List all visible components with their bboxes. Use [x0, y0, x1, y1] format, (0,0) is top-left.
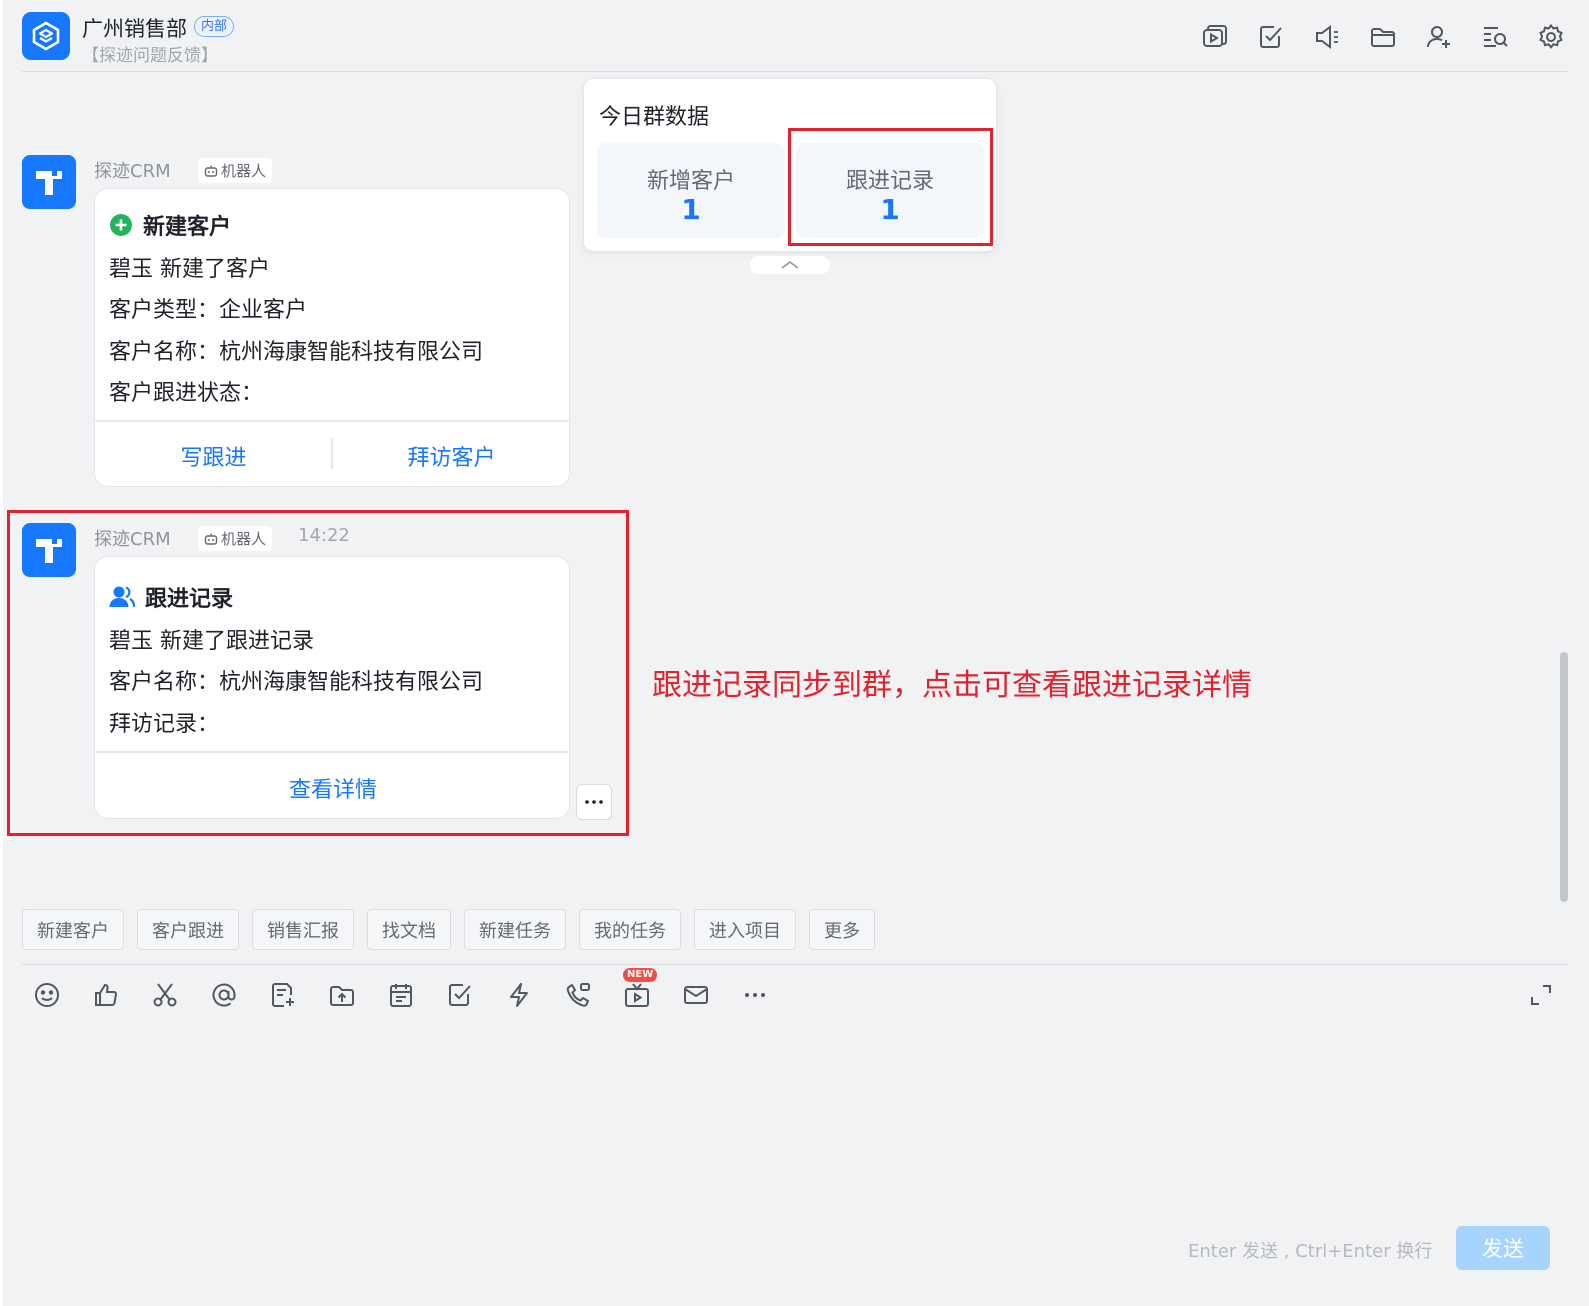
collapse-panel-button[interactable]	[750, 256, 830, 274]
card-line: 碧玉 新建了客户	[109, 257, 270, 282]
send-hint: Enter 发送 , Ctrl+Enter 换行	[1188, 1241, 1433, 1262]
chevron-up-icon	[781, 261, 799, 269]
internal-tag: 内部	[194, 16, 235, 37]
visit-customer-button[interactable]: 拜访客户	[333, 440, 569, 472]
stat-label: 新增客户	[646, 169, 735, 194]
message-more-button[interactable]	[576, 784, 612, 820]
composer-toolbar: NEW	[28, 968, 774, 1014]
stat-label: 跟进记录	[845, 169, 934, 194]
emoji-icon[interactable]	[28, 976, 66, 1014]
note-add-icon[interactable]	[264, 976, 302, 1014]
robot-icon	[204, 533, 218, 545]
group-avatar-icon[interactable]	[22, 12, 70, 60]
follow-up-record-card: 跟进记录 碧玉 新建了跟进记录 客户名称：杭州海康智能科技有限公司 拜访记录： …	[94, 556, 570, 819]
sender-name[interactable]: 探迹CRM	[94, 157, 171, 183]
bot-avatar[interactable]	[22, 155, 76, 209]
robot-tag-label: 机器人	[221, 162, 267, 180]
robot-tag: 机器人	[198, 526, 273, 551]
composer-divider	[22, 964, 1568, 965]
quick-more[interactable]: 更多	[809, 909, 875, 950]
mail-icon[interactable]	[677, 976, 715, 1014]
task-check-icon[interactable]	[1254, 20, 1288, 54]
expand-editor-icon[interactable]	[1524, 978, 1558, 1012]
scissors-icon[interactable]	[146, 976, 184, 1014]
card-line: 客户跟进状态：	[109, 381, 264, 406]
card-divider	[95, 751, 569, 753]
chat-header: 广州销售部 内部 【探迹问题反馈】	[22, 0, 1568, 72]
quick-new-customer[interactable]: 新建客户	[22, 909, 124, 950]
card-divider	[95, 420, 569, 422]
send-button[interactable]: 发送	[1456, 1226, 1550, 1270]
card-line: 客户名称：杭州海康智能科技有限公司	[109, 340, 484, 365]
robot-tag: 机器人	[198, 158, 273, 183]
today-group-data-panel: 今日群数据 新增客户 1 跟进记录 1	[583, 78, 997, 252]
sender-name[interactable]: 探迹CRM	[94, 525, 171, 551]
quick-find-doc[interactable]: 找文档	[367, 909, 451, 950]
card-title-text: 跟进记录	[145, 587, 234, 612]
add-member-icon[interactable]	[1422, 20, 1456, 54]
window-edge	[0, 0, 3, 1306]
lightning-icon[interactable]	[500, 976, 538, 1014]
more-icon[interactable]	[736, 976, 774, 1014]
card-line: 拜访记录：	[109, 712, 220, 737]
view-details-button[interactable]: 查看详情	[95, 772, 569, 804]
robot-icon	[204, 165, 218, 177]
ellipsis-icon	[585, 800, 603, 804]
tanji-logo-icon	[36, 171, 62, 195]
thumbs-up-icon[interactable]	[87, 976, 125, 1014]
tanji-logo-icon	[36, 539, 62, 563]
today-data-title: 今日群数据	[599, 105, 710, 130]
video-doc-icon[interactable]	[1198, 20, 1232, 54]
header-toolbar	[1198, 20, 1568, 54]
new-customer-card: 新建客户 碧玉 新建了客户 客户类型：企业客户 客户名称：杭州海康智能科技有限公…	[94, 188, 570, 487]
live-video-icon[interactable]: NEW	[618, 968, 658, 1014]
write-follow-up-button[interactable]: 写跟进	[95, 440, 332, 472]
phone-icon[interactable]	[559, 976, 597, 1014]
new-badge: NEW	[623, 968, 658, 982]
card-line: 客户类型：企业客户	[109, 298, 308, 323]
announcement-icon[interactable]	[1310, 20, 1344, 54]
quick-new-task[interactable]: 新建任务	[464, 909, 566, 950]
quick-actions-bar: 新建客户 客户跟进 销售汇报 找文档 新建任务 我的任务 进入项目 更多	[22, 909, 875, 950]
quick-enter-project[interactable]: 进入项目	[694, 909, 796, 950]
calendar-icon[interactable]	[382, 976, 420, 1014]
card-title: 跟进记录	[109, 581, 233, 613]
annotation-text: 跟进记录同步到群，点击可查看跟进记录详情	[652, 668, 1252, 703]
folder-icon[interactable]	[1366, 20, 1400, 54]
message-input[interactable]	[22, 1030, 1568, 1220]
card-line: 客户名称：杭州海康智能科技有限公司	[109, 670, 484, 695]
chat-scrollbar[interactable]	[1560, 652, 1568, 902]
settings-icon[interactable]	[1534, 20, 1568, 54]
bot-avatar[interactable]	[22, 523, 76, 577]
mention-icon[interactable]	[205, 976, 243, 1014]
quick-my-tasks[interactable]: 我的任务	[579, 909, 681, 950]
card-line: 碧玉 新建了跟进记录	[109, 629, 314, 654]
group-subtitle: 【探迹问题反馈】	[82, 46, 218, 66]
quick-customer-follow-up[interactable]: 客户跟进	[137, 909, 239, 950]
search-history-icon[interactable]	[1478, 20, 1512, 54]
upload-icon[interactable]	[323, 976, 361, 1014]
stat-value: 1	[681, 193, 701, 226]
user-group-icon	[109, 586, 135, 608]
stat-follow-up-records[interactable]: 跟进记录 1	[796, 143, 984, 238]
group-name[interactable]: 广州销售部	[82, 13, 187, 43]
card-title: 新建客户	[109, 209, 231, 241]
plus-circle-icon	[110, 214, 132, 236]
robot-tag-label: 机器人	[221, 530, 267, 548]
message-time: 14:22	[298, 525, 350, 546]
card-title-text: 新建客户	[143, 215, 232, 240]
stat-new-customers[interactable]: 新增客户 1	[597, 143, 785, 238]
checkbox-icon[interactable]	[441, 976, 479, 1014]
stat-value: 1	[880, 193, 900, 226]
quick-sales-report[interactable]: 销售汇报	[252, 909, 354, 950]
